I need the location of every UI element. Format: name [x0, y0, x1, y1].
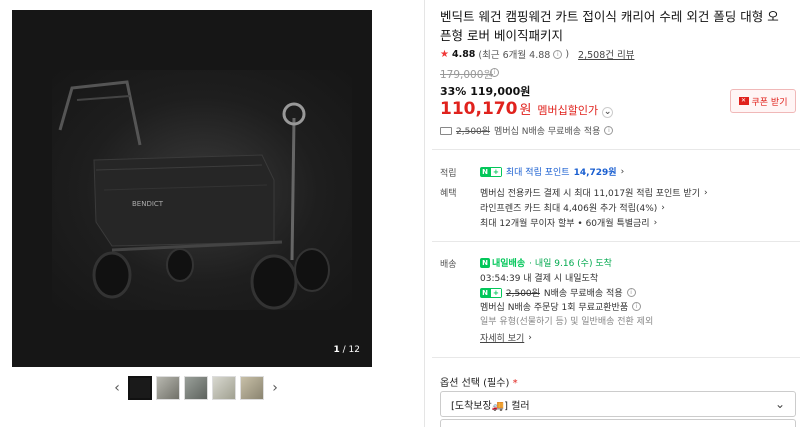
- image-counter: 1 / 12: [333, 345, 361, 355]
- star-icon: ★: [440, 48, 449, 60]
- benefits-label: 혜택: [440, 189, 457, 199]
- wagon-brand-print: BENDICT: [132, 200, 164, 208]
- delivery-fee-text: N배송 무료배송 적용: [543, 289, 623, 299]
- final-price-row: 110,170 원 멤버십할인가 ⌄: [440, 99, 614, 119]
- benefit-line-2[interactable]: 라인프렌즈 카드 최대 4,406원 추가 적립(4%) ›: [480, 201, 665, 215]
- delivery-countdown: 03:54:39 내 결제 시 내일도착: [480, 274, 599, 284]
- column-divider: [424, 0, 425, 427]
- review-count-link[interactable]: 2,508건 리뷰: [578, 47, 634, 61]
- chevron-right-icon: ›: [661, 202, 665, 213]
- benefit-line-1[interactable]: 멤버십 전용카드 결제 시 최대 11,017원 적립 포인트 받기 ›: [480, 186, 708, 200]
- chevron-right-icon: ›: [703, 187, 708, 198]
- rating-row: ★ 4.88 (최근 6개월 4.88 i ) 2,508건 리뷰: [440, 47, 634, 62]
- max-points-label[interactable]: 최대 적립 포인트: [506, 165, 570, 178]
- delivery-detail-row[interactable]: 자세히 보기 ›: [480, 331, 532, 345]
- discount-price: 119,000원: [470, 85, 531, 98]
- shipping-old-fee: 2,500원: [456, 127, 491, 137]
- chevron-down-icon[interactable]: ⌄: [602, 106, 614, 118]
- section-divider: [432, 357, 800, 358]
- info-icon[interactable]: i: [632, 302, 642, 311]
- shipping-info-icon[interactable]: i: [604, 126, 614, 135]
- info-icon[interactable]: i: [553, 49, 563, 59]
- discount-row: 33% 119,000원: [440, 83, 530, 99]
- chevron-right-icon[interactable]: ›: [621, 167, 625, 177]
- benefit-text-3: 최대 12개월 무이자 할부 • 60개월 특별금리: [480, 219, 650, 229]
- price-info-icon[interactable]: i: [490, 68, 499, 77]
- info-icon[interactable]: i: [626, 288, 636, 297]
- npay-badge: N +: [480, 287, 502, 298]
- exchange-text: 멤버십 N배송 주문당 1회 무료교환반품: [480, 303, 629, 313]
- coupon-label: 쿠폰 받기: [751, 97, 788, 108]
- delivery-date: · 내일 9.16 (수) 도착: [529, 259, 612, 269]
- thumbnail-4[interactable]: [212, 376, 236, 400]
- thumbnail-3[interactable]: [184, 376, 208, 400]
- chevron-down-icon: ⌄: [774, 397, 785, 411]
- delivery-exclude: 일부 유형(선물하기 등) 및 일반배송 전환 제외: [480, 317, 654, 327]
- npay-badge: N +: [480, 166, 502, 177]
- points-label: 적립: [440, 169, 457, 179]
- rating-score: 4.88: [451, 48, 476, 60]
- product-main-image[interactable]: BENDICT 1 / 12: [12, 10, 372, 367]
- required-mark: *: [512, 378, 518, 389]
- chevron-left-icon[interactable]: ‹: [110, 380, 124, 396]
- option-label: 옵션 선택 (필수) *: [440, 378, 518, 389]
- benefit-text-2: 라인프렌즈 카드 최대 4,406원 추가 적립(4%): [480, 204, 658, 214]
- detail-link[interactable]: 자세히 보기: [480, 331, 524, 344]
- rating-detail-close: ): [565, 48, 570, 60]
- option-select[interactable]: [도착보장🚚] 컬러 ⌄: [440, 391, 796, 417]
- shipping-summary-text: 멤버십 N배송 무료배송 적용: [494, 127, 601, 137]
- product-title: 벤딕트 웨건 캠핑웨건 카트 접이식 캐리어 수레 외건 폴딩 대형 오픈형 로…: [440, 9, 779, 43]
- wagon-illustration: BENDICT: [58, 80, 330, 310]
- points-row: N + 최대 적립 포인트 14,729원 ›: [480, 165, 624, 178]
- final-price: 110,170: [440, 99, 518, 119]
- rating-detail: (최근 6개월 4.88: [478, 50, 551, 61]
- original-price: 179,000원: [440, 69, 494, 81]
- chevron-right-icon: ›: [653, 217, 658, 228]
- delivery-fee-row: N + 2,500원 N배송 무료배송 적용 i: [480, 286, 636, 299]
- shipping-summary: 2,500원 멤버십 N배송 무료배송 적용 i: [440, 124, 614, 137]
- benefit-text-1: 멤버십 전용카드 결제 시 최대 11,017원 적립 포인트 받기: [480, 189, 700, 199]
- benefit-line-3[interactable]: 최대 12개월 무이자 할부 • 60개월 특별금리 ›: [480, 216, 658, 230]
- option-selected-value: [도착보장🚚] 컬러: [451, 400, 530, 412]
- section-divider: [432, 241, 800, 242]
- coupon-button[interactable]: ✕ 쿠폰 받기: [730, 89, 796, 113]
- thumbnail-1[interactable]: [128, 376, 152, 400]
- thumbnail-2[interactable]: [156, 376, 180, 400]
- thumbnail-strip: ‹ ›: [110, 376, 282, 400]
- chevron-right-icon[interactable]: ›: [528, 333, 532, 343]
- thumbnail-5[interactable]: [240, 376, 264, 400]
- option-select-secondary[interactable]: [440, 419, 796, 427]
- delivery-label: 배송: [440, 260, 457, 270]
- truck-icon: [440, 126, 452, 135]
- chevron-right-icon[interactable]: ›: [268, 380, 282, 396]
- discount-percent: 33%: [440, 85, 467, 98]
- delivery-date-row: N 내일배송 · 내일 9.16 (수) 도착: [480, 256, 612, 269]
- member-price-label[interactable]: 멤버십할인가: [537, 102, 598, 118]
- final-price-unit: 원: [519, 103, 532, 118]
- coupon-icon: ✕: [738, 97, 749, 105]
- delivery-old-fee: 2,500원: [505, 289, 540, 299]
- exchange-row: 멤버십 N배송 주문당 1회 무료교환반품 i: [480, 300, 642, 313]
- max-points-amount[interactable]: 14,729원: [574, 165, 617, 178]
- section-divider: [432, 149, 800, 150]
- tomorrow-delivery-badge: N 내일배송: [480, 256, 525, 269]
